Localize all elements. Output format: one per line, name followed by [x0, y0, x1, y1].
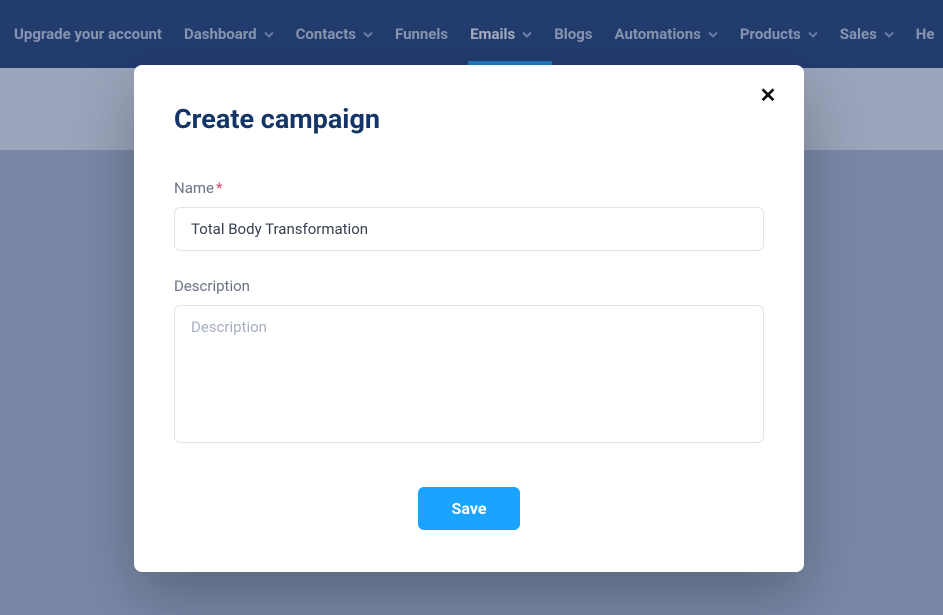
modal-actions: Save — [174, 487, 764, 530]
description-field-label: Description — [174, 277, 764, 295]
name-input[interactable] — [174, 207, 764, 251]
modal-title: Create campaign — [174, 103, 764, 135]
description-textarea[interactable] — [174, 305, 764, 443]
save-button[interactable]: Save — [418, 487, 521, 530]
description-field-group: Description — [174, 277, 764, 447]
name-field-group: Name* — [174, 179, 764, 251]
close-icon: ✕ — [760, 83, 777, 107]
close-button[interactable]: ✕ — [756, 83, 780, 107]
required-indicator: * — [216, 179, 222, 197]
name-field-label: Name* — [174, 179, 764, 197]
name-label-text: Name — [174, 179, 214, 197]
create-campaign-modal: ✕ Create campaign Name* Description Save — [134, 65, 804, 572]
